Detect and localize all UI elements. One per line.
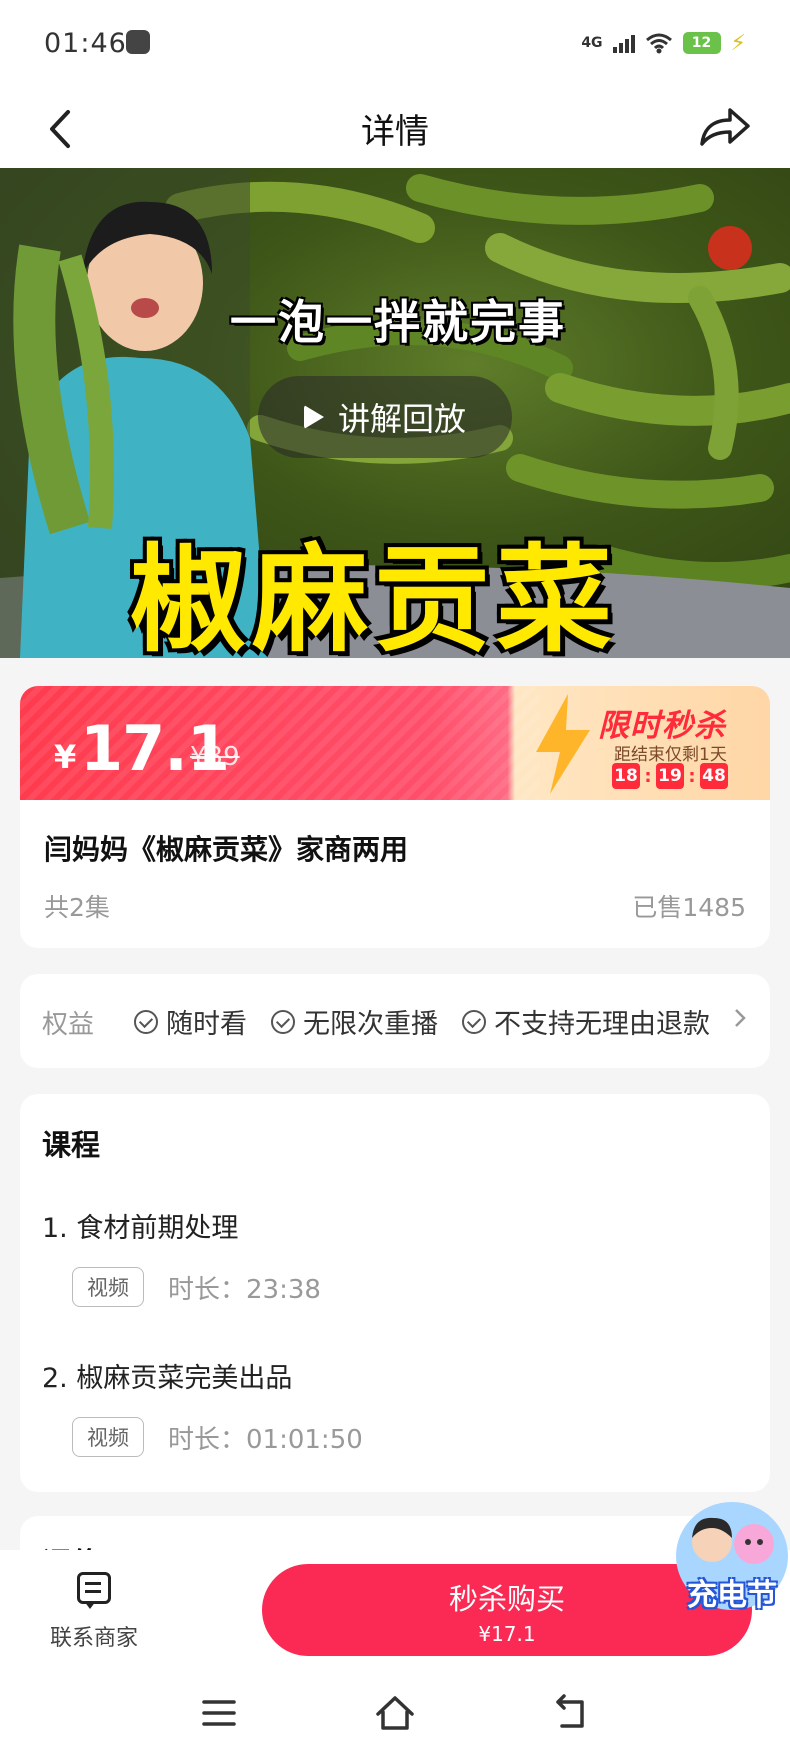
- status-time: 01:46: [44, 28, 127, 59]
- benefit-item: 无限次重播: [271, 1002, 438, 1041]
- countdown-hours: 18: [612, 763, 640, 789]
- flash-sale-subtitle: 距结束仅剩1天: [614, 745, 727, 765]
- check-circle-icon: [271, 1009, 295, 1034]
- lesson-title: 2. 椒麻贡菜完美出品: [42, 1363, 293, 1394]
- back-icon[interactable]: [548, 1690, 594, 1736]
- flash-sale-title: 限时秒杀: [598, 708, 726, 744]
- menu-icon[interactable]: [196, 1690, 242, 1736]
- check-circle-icon: [134, 1009, 158, 1034]
- price-card: ¥ 17.1 ¥39 限时秒杀 距结束仅剩1天 18 : 19 : 48 闫妈妈…: [20, 686, 770, 948]
- video-cover[interactable]: 一泡一拌就完事 椒麻贡菜 讲解回放: [0, 168, 790, 658]
- replay-button[interactable]: 讲解回放: [258, 376, 512, 458]
- home-icon[interactable]: [372, 1690, 418, 1736]
- course-section: 课程 1. 食材前期处理 视频 时长：23:38 2. 椒麻贡菜完美出品 视频 …: [20, 1094, 770, 1492]
- play-icon: [303, 405, 324, 429]
- chat-icon: [77, 1572, 111, 1609]
- promo-label[interactable]: 充电节: [676, 1570, 788, 1614]
- countdown-timer: 18 : 19 : 48: [612, 763, 728, 789]
- signal-icon: [612, 33, 635, 53]
- original-price: ¥39: [190, 742, 240, 772]
- benefit-list: 随时看 无限次重播 不支持无理由退款: [134, 1002, 710, 1041]
- lesson-item[interactable]: 2. 椒麻贡菜完美出品 视频 时长：01:01:50: [42, 1356, 742, 1457]
- bottom-action-bar: 联系商家 秒杀购买 ¥17.1: [0, 1550, 790, 1670]
- course-heading: 课程: [42, 1128, 101, 1162]
- lightning-icon: [536, 694, 590, 794]
- nav-bar: 详情: [0, 90, 790, 168]
- contact-label: 联系商家: [49, 1626, 138, 1651]
- share-icon[interactable]: [694, 100, 754, 156]
- lesson-title: 1. 食材前期处理: [42, 1213, 239, 1244]
- contact-merchant-button[interactable]: 联系商家: [44, 1572, 144, 1652]
- chevron-right-icon: [735, 1009, 746, 1027]
- cover-caption: 一泡一拌就完事: [230, 295, 566, 349]
- wifi-icon: [645, 33, 672, 54]
- cover-title: 椒麻贡菜: [130, 533, 618, 658]
- lesson-duration: 时长：01:01:50: [168, 1424, 363, 1455]
- benefits-row[interactable]: 权益 随时看 无限次重播 不支持无理由退款: [20, 974, 770, 1068]
- gallery-notification-icon: [126, 30, 150, 54]
- benefit-item: 随时看: [134, 1002, 247, 1041]
- video-tag: 视频: [72, 1267, 144, 1307]
- sold-count: 已售1485: [632, 893, 746, 922]
- benefit-item: 不支持无理由退款: [462, 1002, 710, 1041]
- replay-label: 讲解回放: [337, 400, 466, 438]
- countdown-minutes: 19: [656, 763, 684, 789]
- system-nav-bar: [0, 1670, 790, 1756]
- network-type: 4G: [581, 35, 603, 51]
- charging-icon: ⚡: [730, 30, 746, 56]
- buy-price: ¥17.1: [478, 1622, 536, 1646]
- video-tag: 视频: [72, 1417, 144, 1457]
- product-title: 闫妈妈《椒麻贡菜》家商两用: [44, 833, 409, 866]
- status-indicators: 4G 12 ⚡: [581, 28, 746, 58]
- lesson-item[interactable]: 1. 食材前期处理 视频 时长：23:38: [42, 1206, 742, 1307]
- check-circle-icon: [462, 1009, 486, 1034]
- page-title: 详情: [361, 112, 429, 152]
- battery-icon: 12: [682, 32, 721, 54]
- price-currency: ¥: [54, 738, 77, 776]
- price-band: ¥ 17.1 ¥39 限时秒杀 距结束仅剩1天 18 : 19 : 48: [20, 686, 770, 800]
- lesson-duration: 时长：23:38: [168, 1274, 321, 1305]
- episode-count: 共2集: [44, 893, 110, 922]
- countdown-seconds: 48: [700, 763, 728, 789]
- status-bar: 01:46 4G 12 ⚡: [0, 0, 790, 90]
- benefits-label: 权益: [42, 1010, 95, 1040]
